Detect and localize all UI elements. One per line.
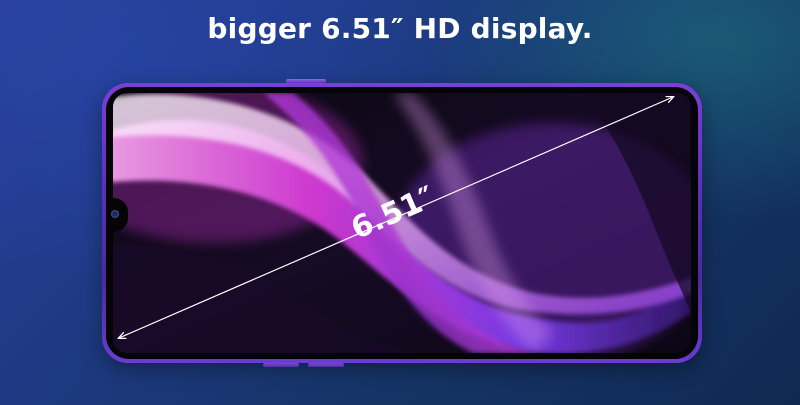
diagonal-size-label: 6.51″ (346, 180, 440, 247)
diagonal-measure: 6.51″ (0, 0, 800, 405)
